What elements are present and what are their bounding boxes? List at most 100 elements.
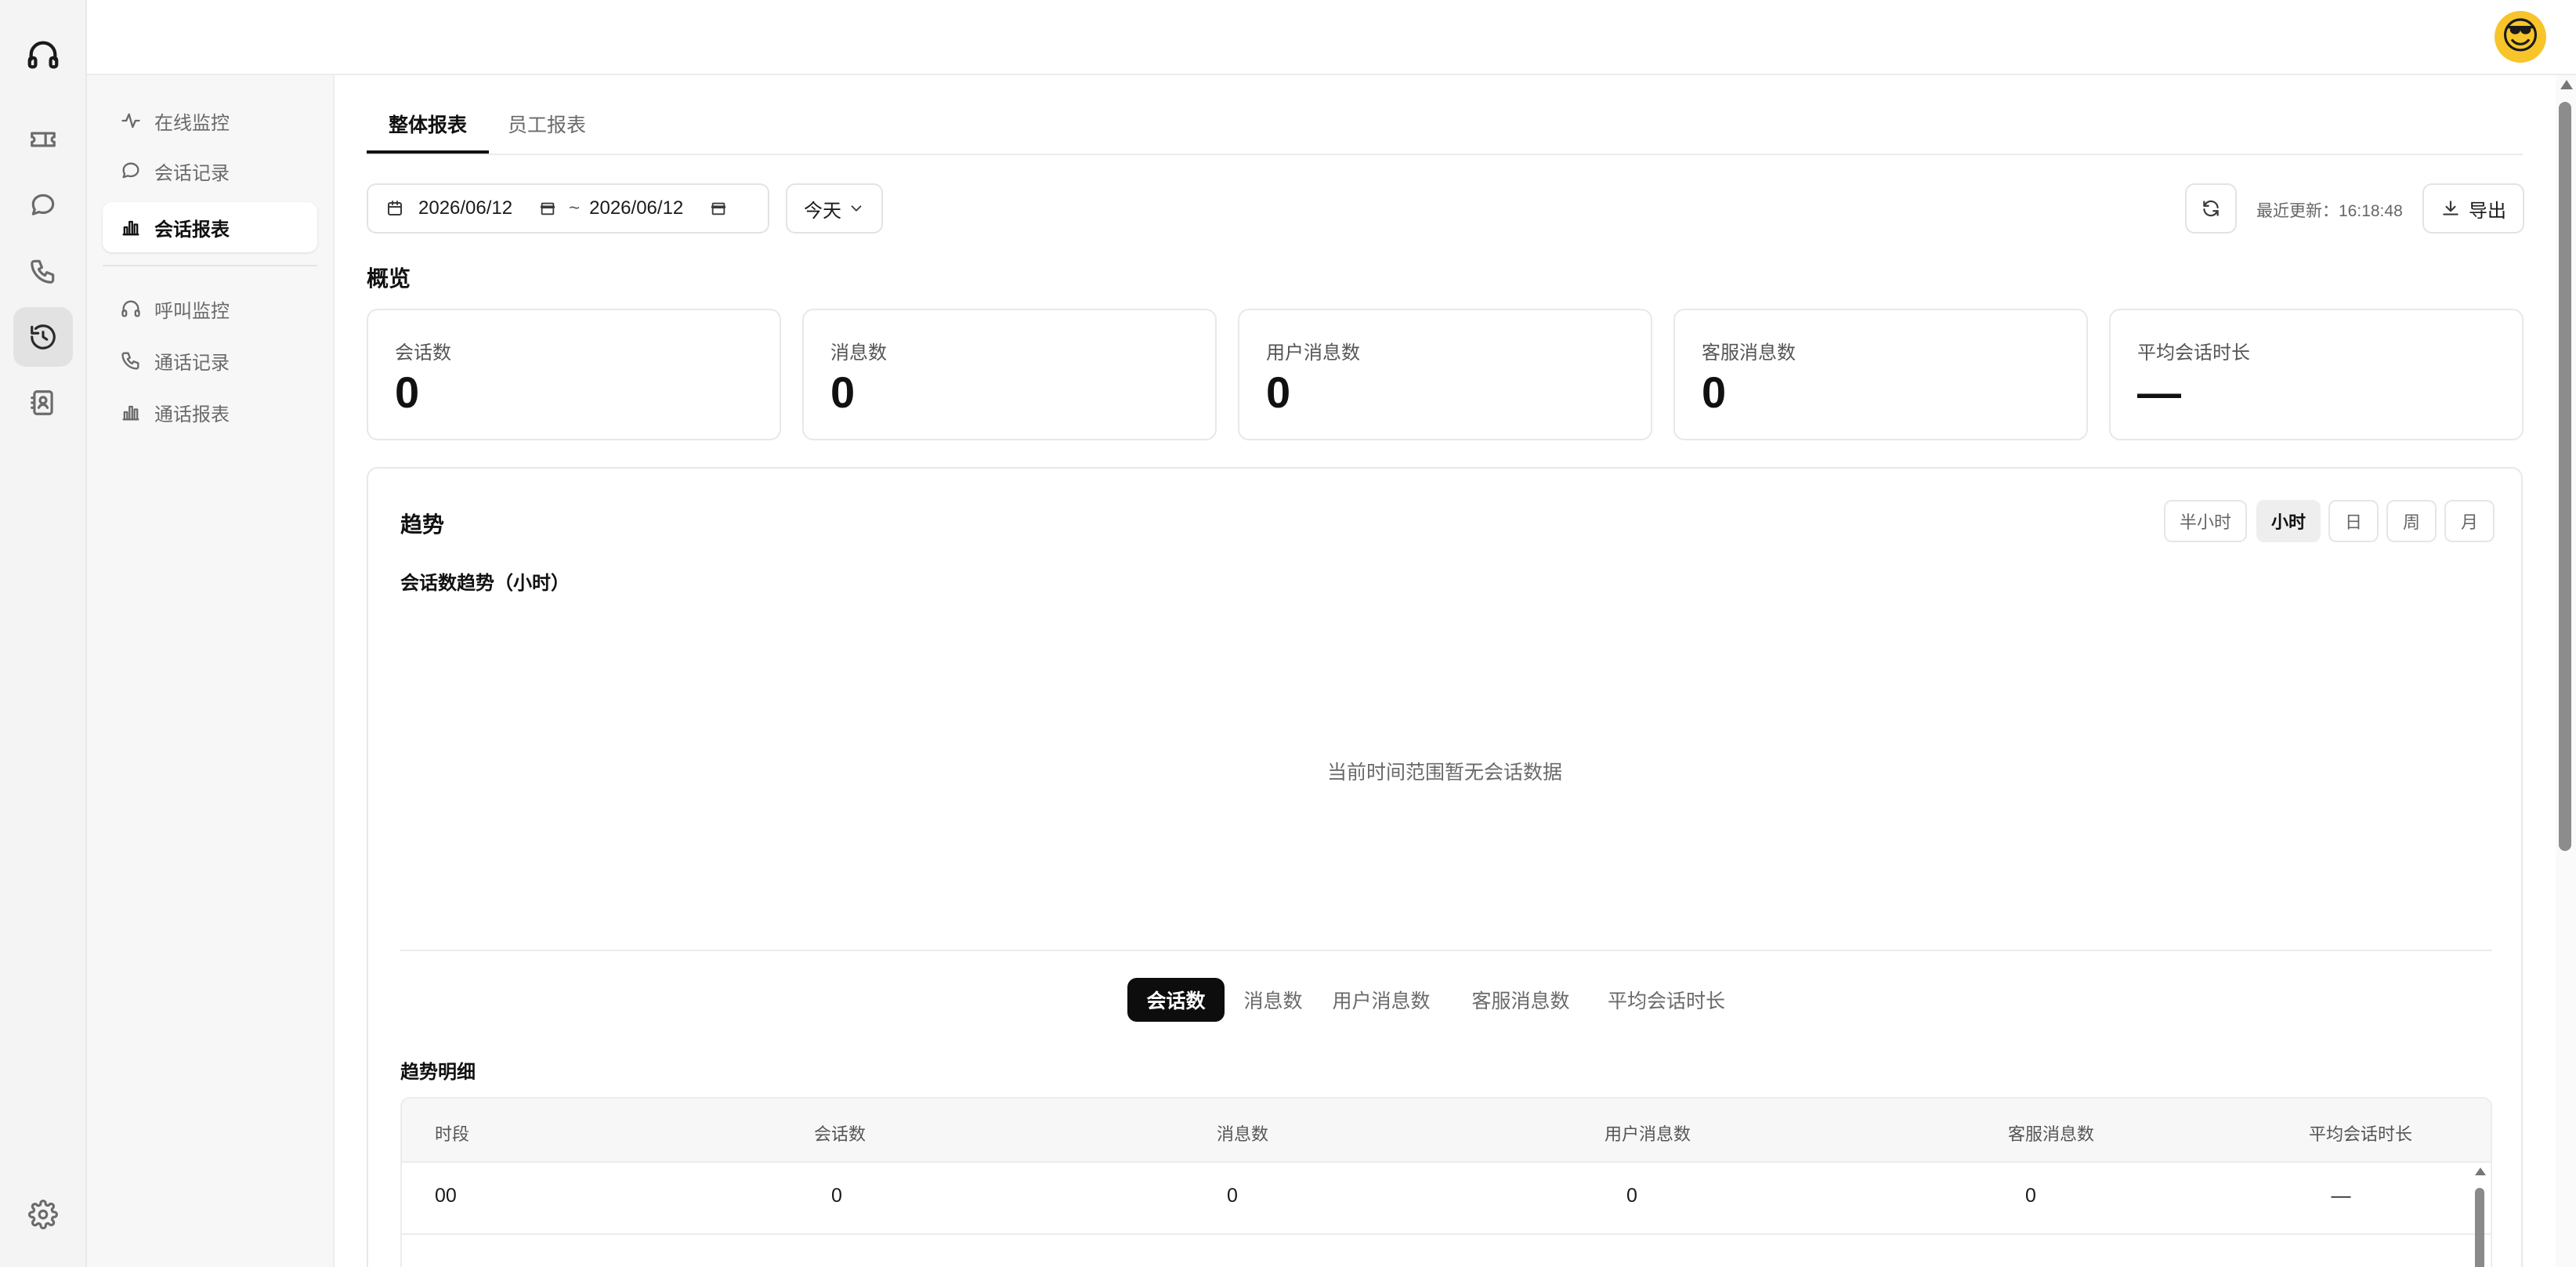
range-select[interactable]: 今天 [786, 183, 883, 233]
metric-tab-sessions[interactable]: 会话数 [1127, 978, 1225, 1022]
date-separator: ~ [569, 197, 581, 219]
settings-icon[interactable] [13, 1185, 73, 1244]
trend-panel: 趋势 半小时 小时 日 周 月 会话数趋势（小时） 当前时间范围暂无会话数据 会… [367, 467, 2523, 1267]
metric-tab-avg-duration[interactable]: 平均会话时长 [1601, 978, 1731, 1022]
subnav-item-label: 通话报表 [154, 404, 230, 425]
table-cell: 0 [831, 1185, 842, 1207]
column-header: 平均会话时长 [2308, 1124, 2413, 1144]
active-tab-indicator [367, 150, 489, 154]
export-button[interactable]: 导出 [2422, 183, 2524, 233]
stat-label: 平均会话时长 [2137, 342, 2250, 364]
granularity-month[interactable]: 月 [2444, 500, 2495, 542]
refresh-button[interactable] [2185, 183, 2237, 233]
subnav-item-label: 在线监控 [154, 112, 230, 134]
history-icon[interactable] [13, 307, 73, 367]
table-cell: 0 [1626, 1185, 1637, 1207]
stat-card-messages: 消息数 0 [802, 309, 1217, 440]
column-header: 用户消息数 [1604, 1124, 1691, 1144]
last-update-text: 最近更新：16:18:48 [2256, 202, 2403, 220]
trend-title: 趋势 [400, 512, 445, 537]
scroll-up-icon[interactable] [2475, 1167, 2486, 1175]
scroll-up-icon[interactable] [2560, 80, 2573, 89]
stat-value: 0 [830, 367, 856, 417]
column-header: 会话数 [813, 1124, 867, 1144]
chevron-down-icon [851, 205, 862, 212]
stat-card-sessions: 会话数 0 [367, 309, 781, 440]
calendar-picker-icon[interactable] [710, 200, 727, 217]
table-cell: 0 [2025, 1185, 2036, 1207]
stat-value: 0 [395, 367, 420, 417]
scrollbar-thumb[interactable] [2475, 1188, 2484, 1267]
subnav-item-session-report[interactable]: 会话报表 [103, 202, 317, 252]
metric-tab-user-messages[interactable]: 用户消息数 [1326, 978, 1437, 1022]
table-cell: 00 [435, 1185, 457, 1207]
icon-rail [0, 0, 87, 1267]
top-bar: 😎 [87, 0, 2576, 75]
end-date-input[interactable]: 2026/06/12 [589, 197, 683, 219]
activity-icon [121, 113, 140, 129]
tab-staff-report[interactable]: 员工报表 [508, 110, 586, 138]
phone-icon [121, 352, 139, 370]
granularity-week[interactable]: 周 [2386, 500, 2437, 542]
subnav-item-session-records[interactable]: 会话记录 [103, 146, 317, 196]
calendar-picker-icon[interactable] [539, 200, 556, 217]
scrollbar-thumb[interactable] [2559, 102, 2571, 851]
report-tabs: 整体报表 员工报表 [367, 75, 2523, 155]
subnav-item-call-monitor[interactable]: 呼叫监控 [103, 284, 317, 334]
date-range-picker: 2026/06/12 ~ 2026/06/12 [367, 183, 769, 233]
subnav-item-label: 通话记录 [154, 352, 230, 374]
trend-detail-table: 时段 会话数 消息数 用户消息数 客服消息数 平均会话时长 00 0 0 0 0… [400, 1097, 2492, 1267]
subnav-item-call-records[interactable]: 通话记录 [103, 335, 317, 386]
stat-card-user-messages: 用户消息数 0 [1238, 309, 1652, 440]
stat-value: — [2137, 367, 2181, 417]
chat-bubble-icon [122, 162, 139, 179]
subnav-item-label: 会话报表 [154, 219, 230, 241]
tab-overall-report[interactable]: 整体报表 [389, 110, 467, 138]
subnav-item-call-report[interactable]: 通话报表 [103, 387, 317, 437]
main-content: 整体报表 员工报表 2026/06/12 ~ 2026/06/12 今天 最近更… [335, 75, 2556, 1267]
app-root: 😎 在线监控 会话记录 会话报表 呼叫监控 通话记录 通话报表 整体报表 员工报… [0, 0, 2576, 1267]
granularity-hour[interactable]: 小时 [2256, 500, 2321, 542]
page-scrollbar[interactable] [2556, 75, 2576, 1267]
chat-icon[interactable] [13, 176, 73, 235]
table-scrollbar[interactable] [2475, 1167, 2486, 1267]
contacts-icon[interactable] [13, 373, 73, 433]
row-divider [402, 1233, 2491, 1235]
export-label: 导出 [2469, 200, 2506, 222]
chart-divider [400, 950, 2492, 951]
refresh-icon [2203, 200, 2219, 217]
ticket-icon[interactable] [13, 110, 73, 169]
chart-title: 会话数趋势（小时） [400, 573, 570, 594]
calendar-icon [388, 201, 402, 215]
column-header: 消息数 [1216, 1124, 1269, 1144]
bar-chart-icon [122, 220, 139, 236]
table-cell: — [2331, 1185, 2351, 1207]
detail-title: 趋势明细 [400, 1062, 476, 1083]
empty-state-text: 当前时间范围暂无会话数据 [1326, 762, 1562, 784]
metric-tab-agent-messages[interactable]: 客服消息数 [1465, 978, 1576, 1022]
granularity-half-hour[interactable]: 半小时 [2164, 500, 2247, 542]
table-cell: 0 [1227, 1185, 1238, 1207]
download-icon [2443, 201, 2458, 215]
start-date-input[interactable]: 2026/06/12 [418, 197, 512, 219]
overview-title: 概览 [367, 266, 411, 291]
metric-tab-messages[interactable]: 消息数 [1236, 978, 1310, 1022]
range-select-value: 今天 [804, 200, 841, 222]
stat-value: 0 [1702, 367, 1727, 417]
subnav-item-label: 呼叫监控 [154, 300, 230, 322]
avatar[interactable]: 😎 [2495, 11, 2546, 63]
headset-icon [121, 300, 140, 317]
subnav-divider [103, 265, 317, 266]
report-subnav: 在线监控 会话记录 会话报表 呼叫监控 通话记录 通话报表 [87, 75, 335, 1267]
headset-logo-icon[interactable] [13, 25, 73, 85]
column-header: 时段 [435, 1124, 470, 1144]
stat-label: 客服消息数 [1702, 342, 1796, 364]
bar-chart-icon [122, 405, 139, 421]
subnav-item-online-monitor[interactable]: 在线监控 [103, 96, 317, 146]
stat-card-avg-duration: 平均会话时长 — [2109, 309, 2524, 440]
subnav-item-label: 会话记录 [154, 162, 230, 184]
column-header: 客服消息数 [2007, 1124, 2095, 1144]
granularity-day[interactable]: 日 [2328, 500, 2379, 542]
phone-icon[interactable] [13, 241, 73, 301]
stat-card-agent-messages: 客服消息数 0 [1673, 309, 2088, 440]
